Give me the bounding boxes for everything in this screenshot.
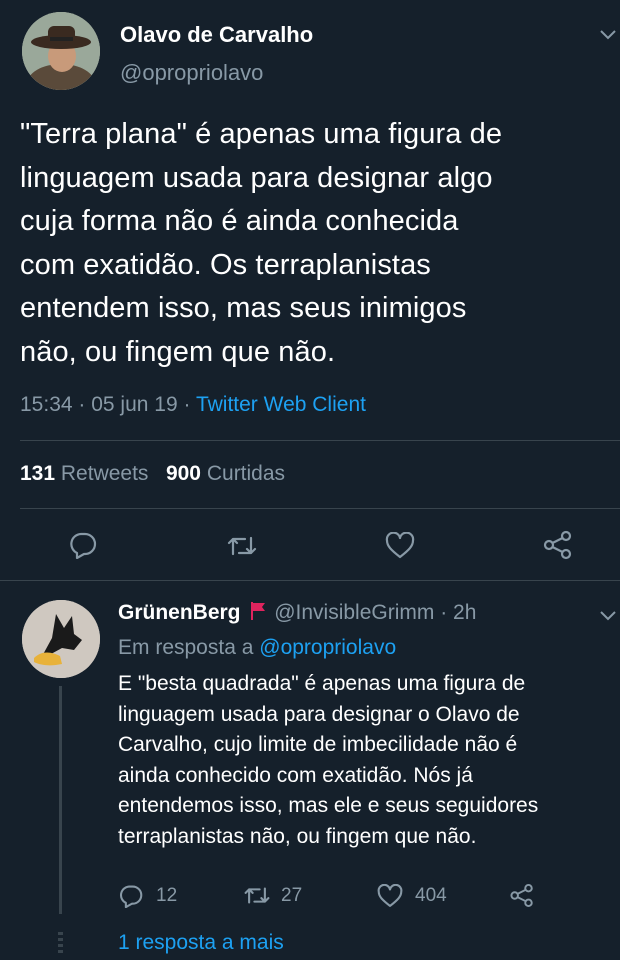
divider: [20, 508, 620, 509]
retweets-label: Retweets: [60, 462, 149, 485]
reply-line: terraplanistas não, ou fingem que não.: [118, 824, 477, 848]
author-avatar[interactable]: [22, 12, 100, 90]
author-handle[interactable]: @opropriolavo: [120, 60, 263, 86]
chevron-down-icon[interactable]: [599, 609, 617, 623]
reply-line: E "besta quadrada" é apenas uma figura d…: [118, 672, 526, 695]
thread-line: [59, 686, 62, 914]
reply-text: E "besta quadrada" é apenas uma figura d…: [118, 669, 613, 852]
likes-label: Curtidas: [206, 462, 286, 485]
reply-icon[interactable]: [68, 531, 98, 559]
more-replies-link[interactable]: 1 resposta a mais: [118, 931, 284, 955]
reply-line: entendemos isso, mas ele e seus seguidor…: [118, 794, 539, 817]
likes-count: 900: [165, 462, 201, 485]
reply-icon: [118, 884, 144, 908]
tweet-meta: 15:34 · 05 jun 19 · Twitter Web Client: [20, 393, 366, 416]
reply-retweets-count: 27: [281, 884, 303, 906]
reply-age[interactable]: 2h: [453, 601, 476, 624]
flag-icon: [250, 601, 266, 621]
reply-replies-count: 12: [156, 885, 178, 906]
reply-line: Carvalho, cujo limite de imbecilidade nã…: [118, 733, 518, 756]
retweet-icon[interactable]: [226, 533, 258, 559]
tweet-stats: 131 Retweets 900 Curtidas: [20, 462, 285, 486]
tweet-line: com exatidão. Os terraplanistas: [20, 248, 431, 281]
author-name[interactable]: Olavo de Carvalho: [120, 22, 313, 48]
tweet-line: não, ou fingem que não.: [20, 335, 336, 368]
tweet-line: cuja forma não é ainda conhecida: [20, 205, 459, 237]
divider: [20, 440, 620, 441]
reply-handle[interactable]: @InvisibleGrimm: [274, 601, 434, 624]
tweet-source[interactable]: Twitter Web Client: [196, 393, 366, 416]
like-icon: [377, 884, 403, 908]
likes-stat[interactable]: 900 Curtidas: [166, 462, 285, 485]
retweets-count: 131: [20, 462, 56, 485]
tweet-line: "Terra plana" é apenas uma figura de: [20, 118, 503, 150]
reply-likes-count: 404: [415, 885, 447, 906]
reply-line: ainda conhecido com exatidão. Nós já: [118, 763, 473, 787]
section-divider: [0, 580, 620, 581]
tweet-text: "Terra plana" é apenas uma figura de lin…: [20, 113, 610, 374]
reply-replies-action[interactable]: 12: [118, 884, 177, 908]
reply-context-prefix: Em resposta a: [118, 636, 254, 659]
reply-context: Em resposta a @opropriolavo: [118, 636, 396, 660]
share-icon[interactable]: [509, 883, 535, 908]
chevron-down-icon[interactable]: [599, 28, 617, 42]
retweets-stat[interactable]: 131 Retweets: [20, 462, 148, 485]
thread-dots: [58, 932, 63, 954]
tweet-time[interactable]: 15:34: [20, 393, 73, 416]
reply-to-handle[interactable]: @opropriolavo: [259, 636, 396, 659]
tweet-date[interactable]: 05 jun 19: [91, 393, 177, 416]
reply-like-action[interactable]: 404: [377, 884, 447, 908]
reply-avatar[interactable]: [22, 600, 100, 678]
share-icon[interactable]: [542, 530, 574, 560]
reply-author-name[interactable]: GrünenBerg: [118, 601, 241, 624]
like-icon[interactable]: [385, 532, 415, 559]
retweet-icon: [243, 884, 271, 907]
reply-header: GrünenBerg @InvisibleGrimm · 2h: [118, 601, 477, 624]
reply-retweet-action[interactable]: 27: [243, 884, 302, 907]
reply-line: linguagem usada para designar o Olavo de: [118, 702, 520, 726]
tweet-line: linguagem usada para designar algo: [20, 161, 493, 194]
tweet-line: entendem isso, mas seus inimigos: [20, 292, 467, 324]
